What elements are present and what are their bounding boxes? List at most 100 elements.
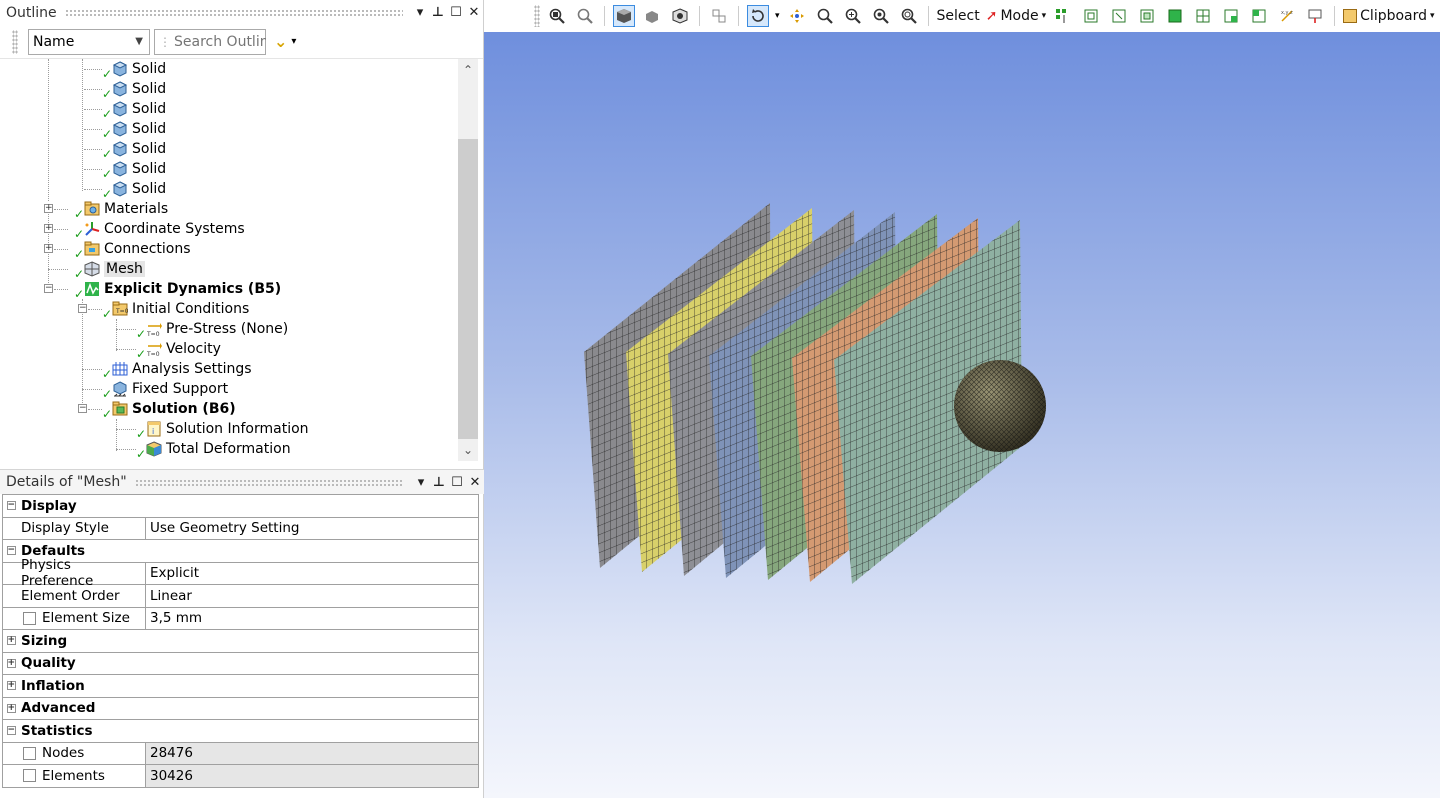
collapse-icon[interactable]: − — [78, 404, 87, 413]
details-row-physics-preference[interactable]: Physics Preference Explicit — [2, 557, 479, 589]
tree-item-solid[interactable]: ✓ Solid — [84, 79, 166, 101]
row-value[interactable]: 3,5 mm — [146, 608, 478, 630]
collapse-icon[interactable]: − — [6, 726, 16, 736]
zoom-fit-icon[interactable] — [546, 5, 568, 27]
collapse-icon[interactable]: − — [78, 304, 87, 313]
row-value[interactable]: Use Geometry Setting — [146, 518, 478, 540]
tree-item-solid[interactable]: ✓ Solid — [84, 179, 166, 201]
row-value[interactable]: Linear — [146, 585, 478, 607]
graphics-viewport[interactable] — [484, 32, 1440, 798]
dropdown-arrow-icon[interactable]: ▾ — [412, 475, 430, 490]
tree-item-coordinate-systems[interactable]: + ✓ Coordinate Systems — [0, 219, 245, 241]
shaded-view-icon[interactable] — [613, 5, 635, 27]
parameter-checkbox[interactable] — [23, 611, 36, 625]
row-key: Element Size — [42, 610, 130, 627]
probe-icon[interactable] — [1304, 5, 1326, 27]
details-group-sizing[interactable]: + Sizing — [2, 630, 479, 653]
select-edge-icon[interactable] — [1108, 5, 1130, 27]
pan-icon[interactable] — [786, 5, 808, 27]
pin-icon[interactable]: ⊥ — [430, 475, 448, 490]
tree-item-total-deformation[interactable]: ✓ Total Deformation — [0, 439, 291, 461]
display-options-icon[interactable] — [669, 5, 691, 27]
maximize-icon[interactable]: ☐ — [448, 475, 466, 490]
parameter-checkbox[interactable] — [23, 746, 36, 760]
outline-search-input[interactable] — [174, 33, 266, 50]
rotate-icon[interactable] — [747, 5, 769, 27]
dropdown-arrow-icon[interactable]: ▾ — [411, 5, 429, 20]
mode-button[interactable]: ➚ Mode ▾ — [986, 8, 1046, 24]
select-button[interactable]: Select — [937, 8, 980, 24]
rotate-dropdown-icon[interactable]: ▾ — [775, 11, 780, 21]
row-value[interactable]: Explicit — [146, 563, 478, 585]
tree-item-solid[interactable]: ✓ Solid — [84, 159, 166, 181]
outline-search[interactable]: ⋮ — [154, 28, 266, 55]
coordinate-select-icon[interactable]: x,y,z — [1276, 5, 1298, 27]
select-node-icon[interactable] — [1248, 5, 1270, 27]
tree-item-mesh[interactable]: ✓ Mesh — [0, 259, 145, 281]
details-group-statistics[interactable]: − Statistics — [2, 720, 479, 743]
tree-item-fixed-support[interactable]: ✓ Fixed Support — [0, 379, 228, 401]
tree-item-solid[interactable]: ✓ Solid — [84, 59, 166, 81]
toolbar-grip[interactable] — [12, 29, 18, 54]
solid-view-icon[interactable] — [641, 5, 663, 27]
pin-icon[interactable]: ⊥ — [429, 5, 447, 20]
collapse-icon[interactable]: − — [6, 546, 16, 556]
expand-icon[interactable]: + — [6, 636, 16, 646]
scrollbar-thumb[interactable] — [458, 139, 478, 439]
select-element-face-icon[interactable] — [1192, 5, 1214, 27]
select-vertex-icon[interactable] — [1080, 5, 1102, 27]
details-row-display-style[interactable]: Display Style Use Geometry Setting — [2, 517, 479, 540]
tree-item-materials[interactable]: + ✓ Materials — [0, 199, 168, 221]
tree-item-solid[interactable]: ✓ Solid — [84, 99, 166, 121]
expand-icon[interactable]: + — [44, 224, 53, 233]
details-group-inflation[interactable]: + Inflation — [2, 675, 479, 698]
tree-item-solution-information[interactable]: i ✓ Solution Information — [0, 419, 309, 441]
zoom-icon[interactable] — [814, 5, 836, 27]
tree-item-pre-stress[interactable]: T=0 ✓ Pre-Stress (None) — [0, 319, 288, 341]
maximize-icon[interactable]: ☐ — [447, 5, 465, 20]
clipboard-button[interactable]: Clipboard ▾ — [1343, 8, 1435, 24]
collapse-icon[interactable]: − — [6, 501, 16, 511]
details-row-element-order[interactable]: Element Order Linear — [2, 585, 479, 608]
expand-icon[interactable]: + — [44, 244, 53, 253]
select-face-icon[interactable] — [1136, 5, 1158, 27]
solution-information-icon: i ✓ — [136, 421, 162, 441]
parameter-checkbox[interactable] — [23, 769, 36, 783]
details-group-quality[interactable]: + Quality — [2, 652, 479, 675]
zoom-to-fit-icon[interactable] — [870, 5, 892, 27]
filter-dropdown-icon[interactable]: ▾ — [291, 36, 296, 47]
tree-item-solution[interactable]: − ✓ Solution (B6) — [0, 399, 236, 421]
expand-icon[interactable]: + — [6, 681, 16, 691]
details-group-display[interactable]: − Display — [2, 495, 479, 518]
toolbar-grip[interactable] — [534, 5, 540, 27]
close-icon[interactable]: ✕ — [466, 475, 484, 490]
scroll-down-icon[interactable]: ⌄ — [458, 443, 478, 457]
tree-item-analysis-settings[interactable]: ✓ Analysis Settings — [0, 359, 252, 381]
expand-icon[interactable]: + — [6, 658, 16, 668]
tree-item-solid[interactable]: ✓ Solid — [84, 119, 166, 141]
tree-item-velocity[interactable]: T=0 ✓ Velocity — [0, 339, 221, 361]
box-select-icon[interactable] — [708, 5, 730, 27]
scroll-up-icon[interactable]: ⌃ — [458, 63, 478, 77]
select-element-icon[interactable] — [1220, 5, 1242, 27]
collapse-icon[interactable]: − — [44, 284, 53, 293]
expand-icon[interactable]: + — [44, 204, 53, 213]
tree-item-explicit-dynamics[interactable]: − ✓ Explicit Dynamics (B5) — [0, 279, 281, 301]
select-mesh-icon[interactable] — [1052, 5, 1074, 27]
close-icon[interactable]: ✕ — [465, 5, 483, 20]
tree-item-solid[interactable]: ✓ Solid — [84, 139, 166, 161]
expand-icon[interactable]: + — [6, 703, 16, 713]
details-group-advanced[interactable]: + Advanced — [2, 697, 479, 720]
details-title-grip[interactable] — [134, 478, 404, 486]
box-zoom-icon[interactable] — [842, 5, 864, 27]
zoom-fit-all-icon[interactable] — [574, 5, 596, 27]
expand-filter-icon[interactable]: ⌄ — [274, 32, 287, 51]
outline-filter-select[interactable]: Name ▼ — [28, 28, 150, 55]
magnifier-icon[interactable] — [898, 5, 920, 27]
tree-item-connections[interactable]: + ✓ Connections — [0, 239, 191, 261]
select-body-icon[interactable] — [1164, 5, 1186, 27]
details-row-element-size[interactable]: Element Size 3,5 mm — [2, 607, 479, 630]
outline-scrollbar[interactable]: ⌃ ⌄ — [458, 59, 478, 461]
tree-item-initial-conditions[interactable]: − T=0 ✓ Initial Conditions — [0, 299, 249, 321]
outline-title-grip[interactable] — [64, 9, 403, 16]
